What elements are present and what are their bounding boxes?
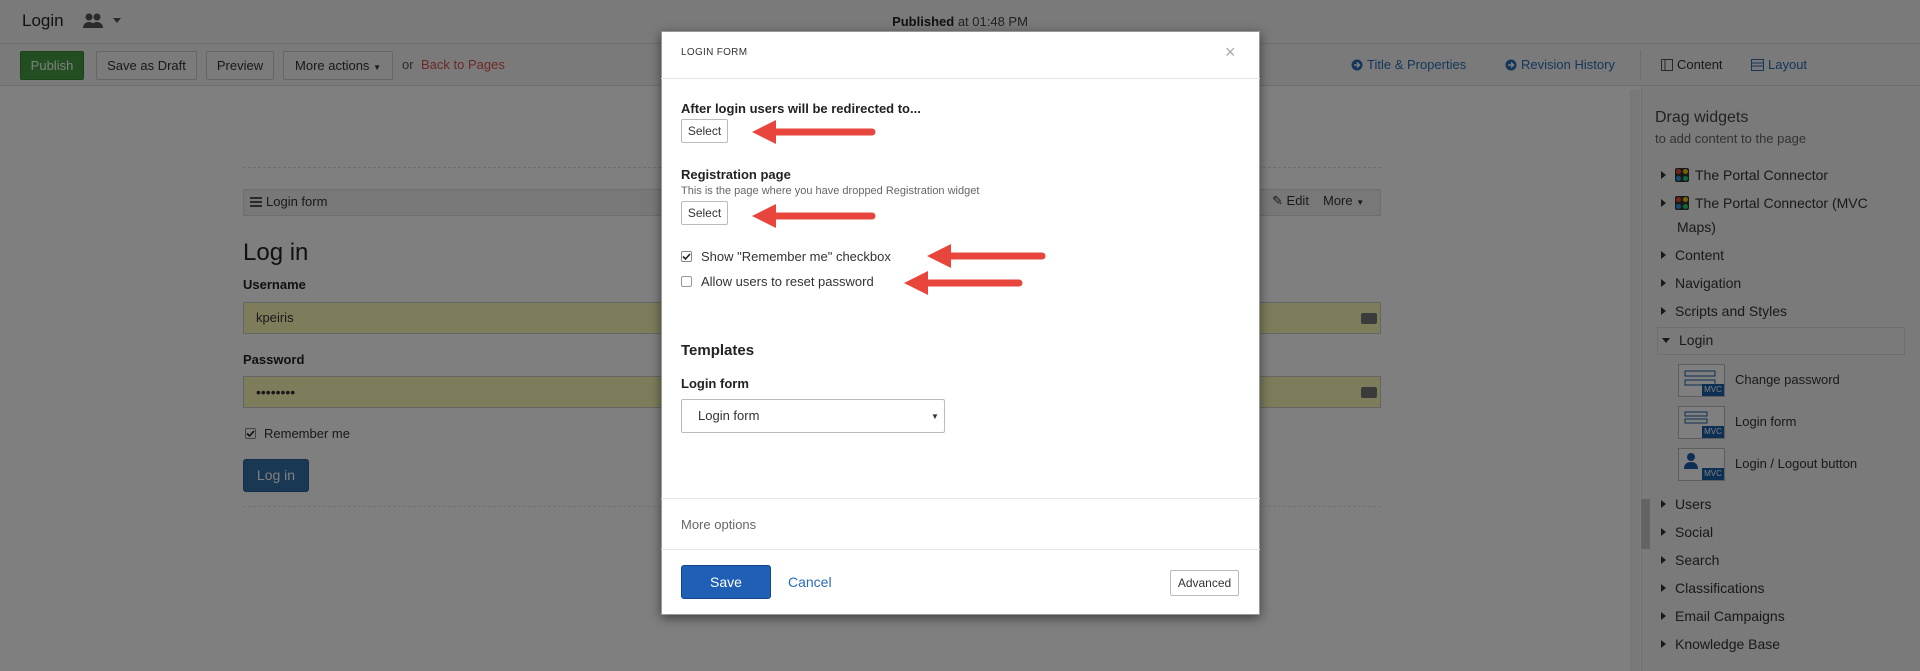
save-button[interactable]: Save xyxy=(681,565,771,599)
divider xyxy=(661,549,1260,550)
registration-description: This is the page where you have dropped … xyxy=(681,185,980,197)
allow-reset-checkbox[interactable] xyxy=(681,276,692,287)
redirect-label: After login users will be redirected to.… xyxy=(681,101,921,116)
template-select[interactable]: Login form xyxy=(681,399,945,433)
annotation-arrow-icon xyxy=(904,271,1023,295)
dialog-title: LOGIN FORM xyxy=(681,47,748,58)
show-remember-checkbox[interactable] xyxy=(681,251,692,262)
registration-select-button[interactable]: Select xyxy=(681,201,728,225)
allow-reset-label: Allow users to reset password xyxy=(701,274,874,289)
divider xyxy=(661,498,1260,499)
close-icon[interactable]: × xyxy=(1225,42,1236,63)
more-options-link[interactable]: More options xyxy=(681,517,756,532)
registration-label: Registration page xyxy=(681,167,791,182)
templates-heading: Templates xyxy=(681,342,755,359)
annotation-arrow-icon xyxy=(752,204,876,228)
divider xyxy=(661,78,1260,79)
cancel-link[interactable]: Cancel xyxy=(788,574,832,590)
caret-down-icon: ▼ xyxy=(931,412,939,421)
template-label: Login form xyxy=(681,376,749,391)
annotation-arrow-icon xyxy=(752,120,876,144)
redirect-select-button[interactable]: Select xyxy=(681,119,728,143)
advanced-button[interactable]: Advanced xyxy=(1170,570,1239,596)
annotation-arrow-icon xyxy=(927,244,1046,268)
show-remember-label: Show "Remember me" checkbox xyxy=(701,249,891,264)
